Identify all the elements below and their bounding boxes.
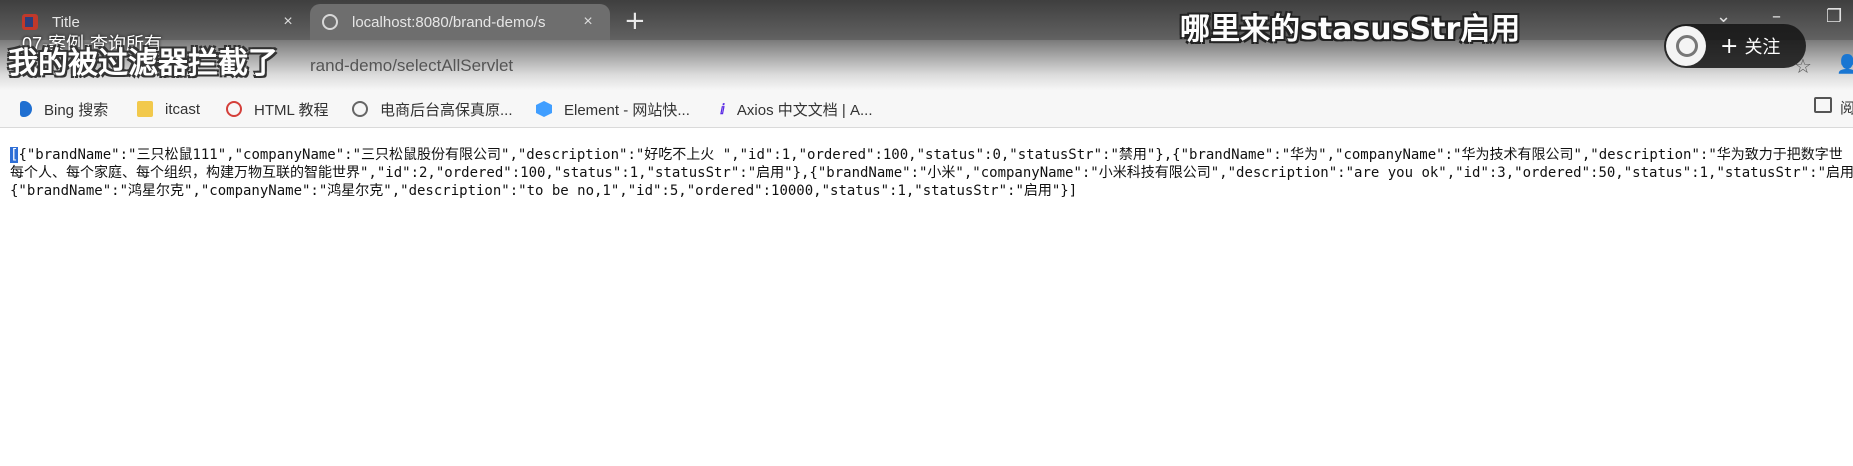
bookmark-bing[interactable]: Bing 搜索 xyxy=(20,97,108,121)
bing-icon xyxy=(20,101,32,117)
axios-icon: ⅈ xyxy=(720,101,725,117)
bookmark-axios[interactable]: ⅈ Axios 中文文档 | A... xyxy=(720,97,873,121)
globe-icon xyxy=(352,101,368,117)
json-line: {"brandName":"鸿星尔克","companyName":"鸿星尔克"… xyxy=(10,183,1078,199)
bookmark-label: Element - 网站快... xyxy=(564,101,690,119)
plus-icon: + xyxy=(1720,33,1739,59)
close-icon[interactable]: × xyxy=(578,13,598,31)
tab-label: Title xyxy=(52,13,80,31)
bookmark-ecommerce[interactable]: 电商后台高保真原... xyxy=(352,97,513,121)
new-tab-button[interactable]: + xyxy=(624,6,646,36)
close-icon[interactable]: × xyxy=(278,13,298,31)
restore-icon[interactable]: ❐ xyxy=(1826,6,1842,27)
tab-label: localhost:8080/brand-demo/s xyxy=(352,13,546,31)
globe-icon xyxy=(322,14,338,30)
profile-icon[interactable]: 👤 xyxy=(1836,54,1853,75)
subtitle-overlay: 我的被过滤器拦截了 xyxy=(8,46,278,81)
address-text: rand-demo/selectAllServlet xyxy=(310,56,514,75)
bookmark-label: Bing 搜索 xyxy=(44,101,109,119)
reading-list-label[interactable]: 阅 xyxy=(1840,97,1853,118)
json-response-text: [{"brandName":"三只松鼠111","companyName":"三… xyxy=(10,146,1853,200)
element-icon xyxy=(536,101,552,117)
follow-button[interactable]: + 关注 xyxy=(1664,24,1806,68)
bookmark-itcast[interactable]: itcast xyxy=(137,97,200,121)
html-tutorial-icon xyxy=(226,101,242,117)
idea-logo-icon xyxy=(22,14,38,30)
bookmark-label: itcast xyxy=(165,100,201,118)
question-caption: 哪里来的stasusStr启用 xyxy=(1180,12,1521,47)
bookmark-label: Axios 中文文档 | A... xyxy=(736,101,873,119)
reading-list-icon[interactable] xyxy=(1814,97,1832,113)
bookmark-html[interactable]: HTML 教程 xyxy=(226,97,328,121)
json-line: 每个人、每个家庭、每个组织，构建万物互联的智能世界","id":2,"order… xyxy=(10,165,1853,181)
json-line: {"brandName":"三只松鼠111","companyName":"三只… xyxy=(18,147,1843,163)
follow-label: 关注 xyxy=(1744,37,1781,58)
bookmark-element[interactable]: Element - 网站快... xyxy=(536,97,690,121)
folder-icon xyxy=(137,101,153,117)
bookmark-label: HTML 教程 xyxy=(254,101,329,119)
channel-logo-icon xyxy=(1666,26,1706,66)
bookmark-label: 电商后台高保真原... xyxy=(380,101,513,119)
tab-localhost[interactable]: localhost:8080/brand-demo/s × xyxy=(310,4,610,40)
